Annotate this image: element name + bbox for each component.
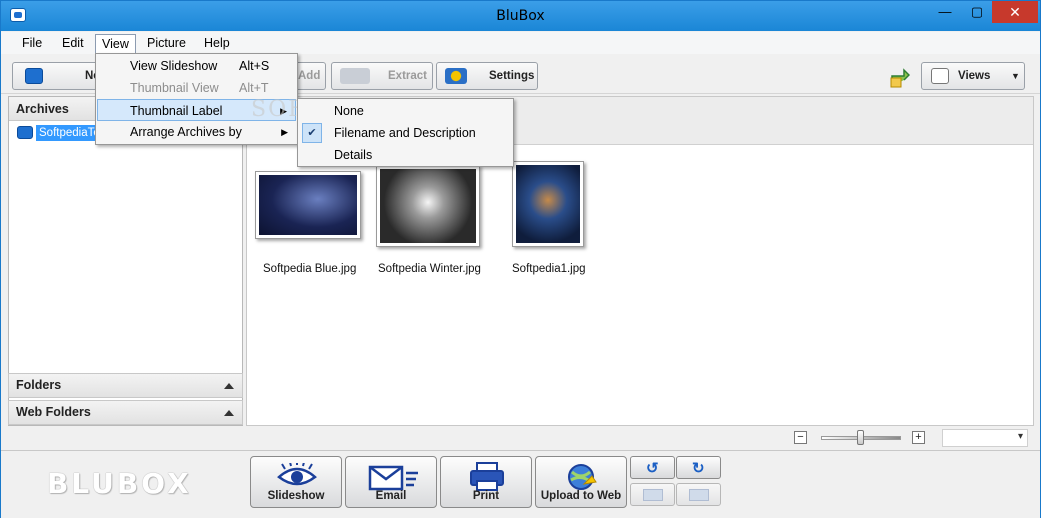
eye-icon (277, 463, 317, 486)
thumbnail-label: Softpedia Blue.jpg (263, 263, 357, 275)
slideshow-button[interactable]: Slideshow (250, 456, 342, 508)
menu-view[interactable]: View (95, 34, 136, 53)
zoom-in-button[interactable]: + (912, 431, 925, 444)
menu-item-view-slideshow[interactable]: View Slideshow Alt+S (97, 55, 296, 77)
email-button[interactable]: Email (345, 456, 437, 508)
menu-item-label: Thumbnail Label (130, 104, 223, 118)
views-grid-icon (931, 68, 949, 84)
blubox-logo: BLUBOX (47, 467, 192, 500)
menu-file[interactable]: File (16, 34, 48, 53)
rotate-left-icon: ↺ (646, 460, 659, 477)
checkmark-icon: ✔ (302, 123, 322, 143)
dropdown-arrow-icon: ▼ (1011, 71, 1020, 81)
thumbnail-label: Softpedia1.jpg (512, 263, 586, 275)
archive-item-label: SoftpediaTest (36, 125, 98, 141)
zoom-slider-handle[interactable] (857, 430, 864, 445)
folders-label: Folders (16, 378, 62, 392)
menu-help[interactable]: Help (198, 34, 236, 53)
submenu-item-none[interactable]: None (299, 100, 512, 122)
extract-button[interactable]: Extract (331, 62, 433, 90)
flip-vertical-icon (689, 489, 709, 501)
zoom-bar: − + (1, 427, 1040, 449)
thumbnail-card[interactable] (376, 165, 480, 247)
minimize-button[interactable]: — (930, 1, 960, 23)
maximize-button[interactable]: ▢ (962, 1, 992, 23)
thumbnail-label-submenu: None ✔ Filename and Description Details (297, 98, 514, 167)
thumbnail-card[interactable] (255, 171, 361, 239)
add-label: Add (298, 70, 321, 82)
views-label: Views (958, 70, 991, 82)
extract-icon (340, 68, 370, 84)
web-folders-section[interactable]: Web Folders (8, 400, 243, 425)
settings-button[interactable]: Settings (436, 62, 538, 90)
zoom-dropdown[interactable] (942, 429, 1028, 447)
rotate-left-button[interactable]: ↺ (630, 456, 675, 479)
menu-item-thumbnail-view[interactable]: Thumbnail View Alt+T (97, 77, 296, 99)
slideshow-label: Slideshow (267, 490, 325, 502)
thumbnail-image (516, 165, 580, 243)
archive-icon (17, 126, 33, 139)
submenu-item-label: Details (334, 148, 373, 162)
extract-label: Extract (388, 70, 427, 82)
archive-icon (25, 68, 43, 84)
envelope-icon (368, 465, 418, 491)
views-button[interactable]: Views ▼ (921, 62, 1025, 90)
web-folders-label: Web Folders (16, 405, 91, 419)
flip-horizontal-icon (643, 489, 663, 501)
submenu-item-filename-and-description[interactable]: ✔ Filename and Description (299, 122, 512, 144)
new-button[interactable]: New (12, 62, 109, 90)
menu-item-shortcut: Alt+S (239, 59, 270, 73)
submenu-item-label: None (334, 104, 364, 118)
menu-item-label: Arrange Archives by (130, 125, 242, 139)
print-label: Print (472, 490, 500, 502)
rotate-right-icon: ↻ (692, 460, 705, 477)
email-label: Email (375, 490, 407, 502)
zoom-out-button[interactable]: − (794, 431, 807, 444)
upload-label: Upload to Web (540, 490, 622, 502)
submenu-item-label: Filename and Description (334, 126, 476, 140)
submenu-item-details[interactable]: Details (299, 144, 512, 166)
collapse-arrow-icon (224, 410, 234, 416)
menu-item-label: Thumbnail View (130, 81, 219, 95)
menu-item-shortcut: Alt+T (239, 81, 269, 95)
thumbnail-image (380, 169, 476, 243)
go-up-icon[interactable] (890, 64, 911, 88)
print-button[interactable]: Print (440, 456, 532, 508)
window-title: BluBox (496, 8, 545, 24)
thumbnail-card[interactable] (512, 161, 584, 247)
menu-bar: File Edit View Picture Help (1, 32, 1040, 54)
flip-vertical-button[interactable] (676, 483, 721, 506)
action-bar: BLUBOX Slideshow Email Print Upload to W… (1, 450, 1040, 518)
settings-label: Settings (489, 70, 535, 82)
close-button[interactable]: ✕ (992, 1, 1038, 23)
title-bar[interactable]: BluBox — ▢ ✕ (1, 1, 1040, 31)
thumbnail-image (259, 175, 357, 235)
menu-item-arrange-archives-by[interactable]: Arrange Archives by ▶ (97, 121, 296, 143)
menu-picture[interactable]: Picture (141, 34, 192, 53)
menu-item-label: View Slideshow (130, 59, 218, 73)
collapse-arrow-icon (224, 383, 234, 389)
printer-icon (470, 462, 504, 491)
gears-icon (445, 68, 467, 84)
thumbnail-label: Softpedia Winter.jpg (378, 263, 481, 275)
flip-horizontal-button[interactable] (630, 483, 675, 506)
globe-upload-icon (568, 464, 597, 490)
upload-to-web-button[interactable]: Upload to Web (535, 456, 627, 508)
folders-section[interactable]: Folders (8, 373, 243, 398)
menu-edit[interactable]: Edit (56, 34, 90, 53)
app-window: BluBox — ▢ ✕ File Edit View Picture Help… (0, 0, 1041, 518)
rotate-right-button[interactable]: ↻ (676, 456, 721, 479)
submenu-arrow-icon: ▶ (281, 127, 288, 137)
